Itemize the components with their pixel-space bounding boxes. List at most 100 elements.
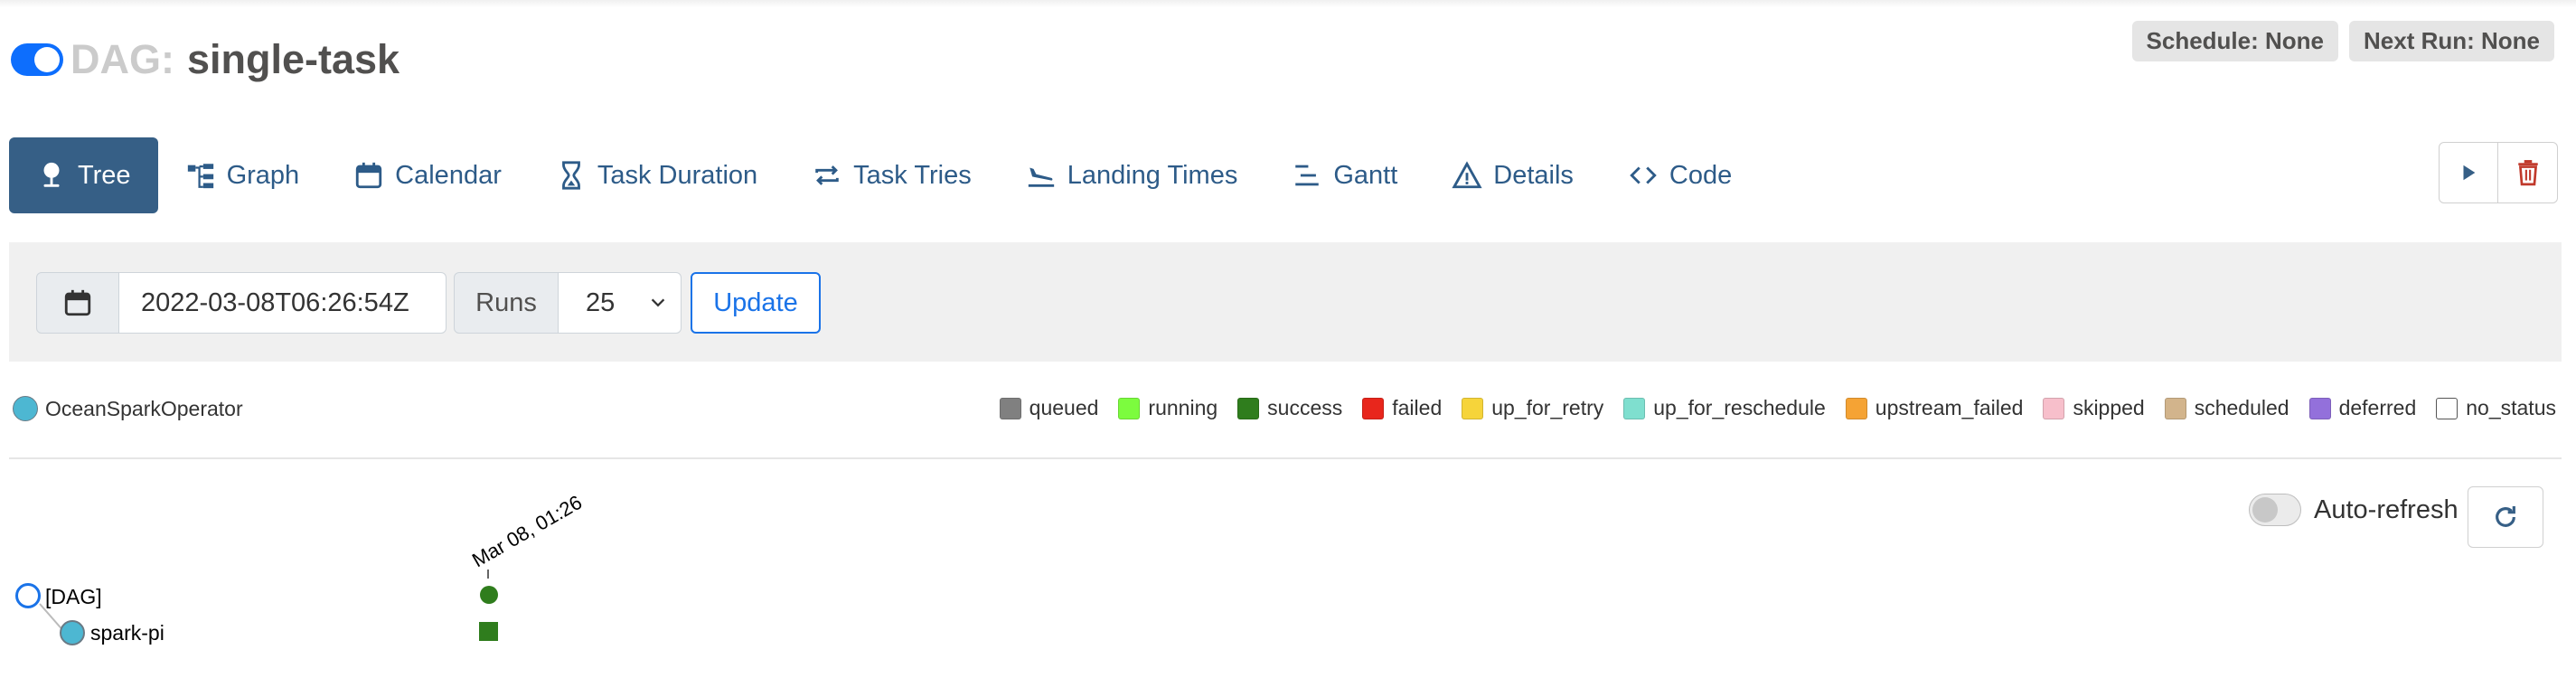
dag-prefix: DAG:	[71, 36, 174, 82]
legend-swatch	[2436, 397, 2458, 419]
legend-swatch	[1118, 397, 1141, 419]
legend-item: no_status	[2436, 396, 2556, 420]
tab-label: Tree	[78, 160, 131, 190]
next-run-badge: Next Run: None	[2349, 21, 2554, 61]
legend-swatch	[1462, 397, 1484, 419]
legend-label: skipped	[2073, 396, 2145, 419]
legend-item: up_for_reschedule	[1623, 396, 1826, 420]
legend-swatch	[2308, 397, 2331, 419]
warning-triangle-icon	[1452, 160, 1482, 191]
task-label: spark-pi	[90, 621, 165, 645]
task-node[interactable]	[60, 620, 85, 645]
control-panel: Runs 25 Update	[9, 242, 2562, 362]
chevron-down-icon	[651, 298, 665, 307]
retry-icon	[812, 160, 842, 191]
tab-label: Gantt	[1333, 160, 1398, 190]
hourglass-icon	[556, 160, 587, 191]
tab-task-tries[interactable]: Task Tries	[785, 137, 999, 213]
tree-icon	[36, 160, 67, 191]
legend-item: skipped	[2043, 396, 2145, 420]
auto-refresh-toggle[interactable]	[2249, 494, 2301, 526]
auto-refresh-label: Auto-refresh	[2314, 494, 2458, 524]
legend-item: queued	[999, 396, 1099, 420]
legend-swatch	[1237, 397, 1260, 419]
legend-item: scheduled	[2164, 396, 2289, 420]
calendar-icon[interactable]	[36, 272, 119, 334]
legend-swatch	[1845, 397, 1867, 419]
legend-label: no_status	[2466, 396, 2556, 419]
dag-run-node[interactable]	[480, 586, 498, 604]
gantt-icon	[1292, 160, 1322, 191]
legend-label: up_for_reschedule	[1653, 396, 1826, 419]
operator-color-dot	[13, 396, 38, 421]
dag-root-label: [DAG]	[45, 585, 102, 608]
dag-actions	[2439, 142, 2558, 203]
legend-label: deferred	[2338, 396, 2417, 419]
toggle-knob	[34, 47, 60, 72]
legend-label: up_for_retry	[1491, 396, 1604, 419]
legend-item: failed	[1362, 396, 1442, 420]
divider	[9, 457, 2562, 459]
legend-item: deferred	[2308, 396, 2417, 420]
tab-label: Calendar	[395, 160, 502, 190]
code-icon	[1628, 160, 1659, 191]
page-header: DAG: single-task	[11, 33, 400, 87]
runs-value: 25	[586, 287, 616, 317]
legend-label: failed	[1392, 396, 1443, 419]
legend-swatch	[999, 397, 1021, 419]
legend-label: queued	[1029, 396, 1099, 419]
tab-label: Task Duration	[597, 160, 758, 190]
legend-item: up_for_retry	[1462, 396, 1603, 420]
run-date-label: Mar 08, 01:26	[468, 491, 586, 572]
legend-label: scheduled	[2194, 396, 2289, 419]
play-icon	[2463, 165, 2476, 181]
dag-pause-toggle[interactable]	[11, 43, 63, 76]
operator-label: OceanSparkOperator	[45, 396, 243, 420]
page-title: single-task	[186, 36, 400, 82]
runs-group: Runs 25	[454, 272, 682, 334]
tab-label: Task Tries	[853, 160, 972, 190]
tab-label: Details	[1493, 160, 1574, 190]
tab-landing-times[interactable]: Landing Times	[999, 137, 1265, 213]
legend-swatch	[2043, 397, 2065, 419]
toggle-knob	[2252, 497, 2278, 523]
runs-label: Runs	[454, 272, 559, 334]
task-instance-node[interactable]	[479, 622, 498, 641]
trigger-dag-button[interactable]	[2439, 142, 2498, 203]
update-button[interactable]: Update	[691, 272, 821, 334]
operator-legend: OceanSparkOperator	[13, 396, 243, 421]
refresh-button[interactable]	[2468, 486, 2543, 548]
tree-view: Mar 08, 01:26 [DAG] spark-pi	[15, 491, 586, 645]
legend-item: upstream_failed	[1845, 396, 2024, 420]
tab-label: Graph	[226, 160, 300, 190]
tab-gantt[interactable]: Gantt	[1264, 137, 1424, 213]
legend-swatch	[2164, 397, 2186, 419]
tab-tree[interactable]: Tree	[9, 137, 158, 213]
legend-swatch	[1623, 397, 1646, 419]
legend-item: success	[1237, 396, 1342, 420]
auto-refresh-control: Auto-refresh	[2249, 494, 2458, 526]
dag-root-node[interactable]	[15, 583, 41, 608]
legend-swatch	[1362, 397, 1385, 419]
tab-label: Code	[1669, 160, 1733, 190]
graph-icon	[185, 160, 216, 191]
tab-task-duration[interactable]: Task Duration	[529, 137, 785, 213]
tab-label: Landing Times	[1067, 160, 1238, 190]
state-legend: queued running success failed up_for_ret…	[980, 396, 2556, 420]
schedule-badges: Schedule: None Next Run: None	[2131, 21, 2554, 61]
tab-code[interactable]: Code	[1601, 137, 1759, 213]
tab-graph[interactable]: Graph	[158, 137, 327, 213]
refresh-icon	[2496, 506, 2515, 527]
delete-dag-button[interactable]	[2498, 142, 2558, 203]
trash-icon	[2517, 160, 2538, 186]
top-shadow	[0, 0, 2576, 7]
legend-label: upstream_failed	[1875, 396, 2024, 419]
view-tabs: Tree Graph Calendar Task Duration Task T…	[9, 137, 1759, 213]
runs-select[interactable]: 25	[559, 272, 682, 334]
tab-details[interactable]: Details	[1424, 137, 1601, 213]
plane-landing-icon	[1026, 160, 1057, 191]
schedule-badge: Schedule: None	[2131, 21, 2338, 61]
base-date-input[interactable]	[119, 272, 447, 334]
tab-calendar[interactable]: Calendar	[326, 137, 529, 213]
calendar-icon	[353, 160, 384, 191]
